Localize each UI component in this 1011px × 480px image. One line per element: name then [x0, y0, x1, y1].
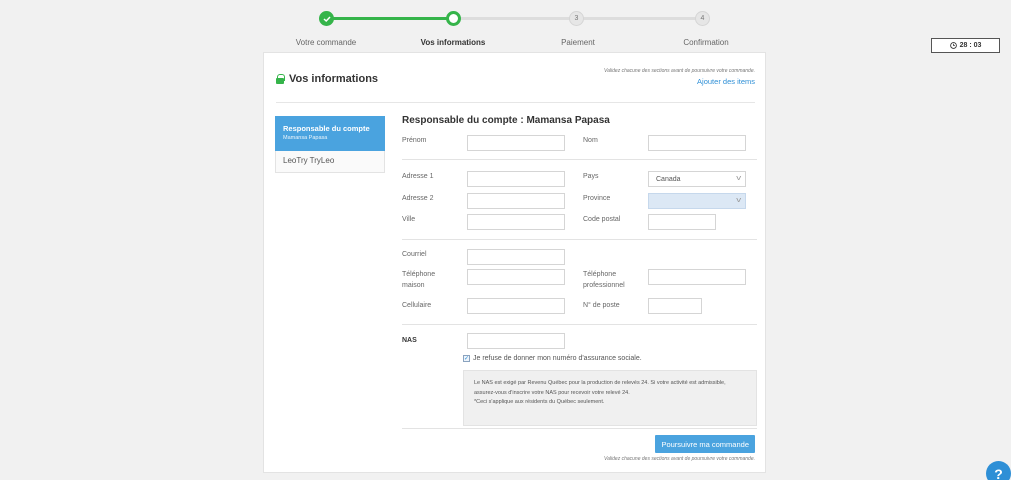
courriel-input[interactable]	[467, 249, 565, 265]
step-4-dot: 4	[695, 11, 710, 26]
clock-icon	[949, 42, 957, 49]
refuse-nas-checkbox[interactable]: ✓ Je refuse de donner mon numéro d'assur…	[463, 355, 642, 362]
adresse1-input[interactable]	[467, 171, 565, 187]
card-title: Vos informations	[276, 73, 378, 85]
label-prenom: Prénom	[402, 137, 427, 144]
add-items-link[interactable]: Ajouter des items	[697, 77, 755, 86]
label-ville: Ville	[402, 216, 416, 223]
step-label-paiement: Paiement	[561, 38, 595, 47]
person-sidebar: Responsable du compte Mamansa Papasa Leo…	[275, 116, 385, 173]
sidebar-item-label: Responsable du compte	[283, 124, 370, 133]
notice-footnote: *Ceci s'applique aux résidents du Québec…	[474, 399, 605, 406]
account-form: Responsable du compte : Mamansa Papasa P…	[402, 115, 757, 462]
label-adresse1: Adresse 1	[402, 173, 434, 180]
label-tel-pro: Téléphone professionnel	[583, 271, 625, 289]
sidebar-item-label: LeoTry TryLeo	[283, 156, 335, 165]
step-3-dot: 3	[569, 11, 584, 26]
refuse-nas-label: Je refuse de donner mon numéro d'assuran…	[473, 355, 642, 362]
label-pays: Pays	[583, 173, 599, 180]
validation-hint-bottom: Validez chacune des sections avant de po…	[603, 456, 755, 462]
card-title-text: Vos informations	[289, 73, 379, 85]
divider	[276, 102, 755, 103]
step-label-informations: Vos informations	[420, 38, 486, 47]
validation-hint-top: Validez chacune des sections avant de po…	[603, 68, 755, 74]
tel-pro-input[interactable]	[648, 269, 746, 285]
checkbox-checked-icon[interactable]: ✓	[463, 355, 470, 362]
label-nas: NAS	[402, 337, 417, 344]
poste-input[interactable]	[648, 298, 702, 314]
chevron-down-icon: v	[735, 197, 741, 204]
divider	[402, 428, 757, 429]
code-postal-input[interactable]	[648, 214, 716, 230]
label-poste: N° de poste	[583, 302, 620, 309]
stepper-track-pending	[576, 17, 702, 20]
label-courriel: Courriel	[402, 251, 427, 258]
sidebar-item-sublabel: Mamansa Papasa	[283, 135, 328, 141]
nas-notice-box: Le NAS est exigé par Revenu Québec pour …	[463, 370, 757, 426]
nas-input[interactable]	[467, 333, 565, 349]
step-label-commande[interactable]: Votre commande	[266, 38, 386, 47]
nom-input[interactable]	[648, 135, 746, 151]
help-icon-glyph: ?	[994, 465, 1003, 480]
step-1-check-icon[interactable]	[319, 11, 334, 26]
divider	[402, 239, 757, 240]
tel-maison-input[interactable]	[467, 269, 565, 285]
chevron-down-icon: v	[735, 175, 741, 182]
step-label-confirmation: Confirmation	[683, 38, 729, 47]
adresse2-input[interactable]	[467, 193, 565, 209]
pays-select[interactable]: Canada v	[648, 171, 746, 187]
prenom-input[interactable]	[467, 135, 565, 151]
help-icon[interactable]: ?	[986, 461, 1011, 480]
label-tel-maison: Téléphone maison	[402, 271, 436, 289]
timer-value: 28 : 03	[959, 42, 982, 49]
session-timer: 28 : 03	[931, 38, 1000, 53]
label-nom: Nom	[583, 137, 598, 144]
stepper-track-pending	[454, 17, 576, 20]
lock-icon	[276, 74, 285, 84]
cellulaire-input[interactable]	[467, 298, 565, 314]
progress-stepper: 3 4 Votre commande Vos informations Paie…	[268, 6, 758, 48]
sidebar-item-responsable[interactable]: Responsable du compte Mamansa Papasa	[275, 116, 385, 151]
form-title: Responsable du compte : Mamansa Papasa	[402, 115, 610, 126]
notice-text: Le NAS est exigé par Revenu Québec pour …	[474, 380, 726, 396]
stepper-track-done	[326, 17, 454, 20]
label-cellulaire: Cellulaire	[402, 302, 432, 309]
divider	[402, 324, 757, 325]
label-adresse2: Adresse 2	[402, 195, 434, 202]
province-select[interactable]: v	[648, 193, 746, 209]
sidebar-item-leotry[interactable]: LeoTry TryLeo	[275, 151, 385, 173]
poursuivre-commande-button[interactable]: Poursuivre ma commande	[655, 435, 755, 453]
step-2-current-dot	[446, 11, 461, 26]
pays-select-value: Canada	[656, 175, 681, 183]
label-province: Province	[583, 195, 611, 202]
ville-input[interactable]	[467, 214, 565, 230]
label-code-postal: Code postal	[583, 216, 621, 223]
info-card: Vos informations Validez chacune des sec…	[263, 52, 766, 473]
divider	[402, 159, 757, 160]
